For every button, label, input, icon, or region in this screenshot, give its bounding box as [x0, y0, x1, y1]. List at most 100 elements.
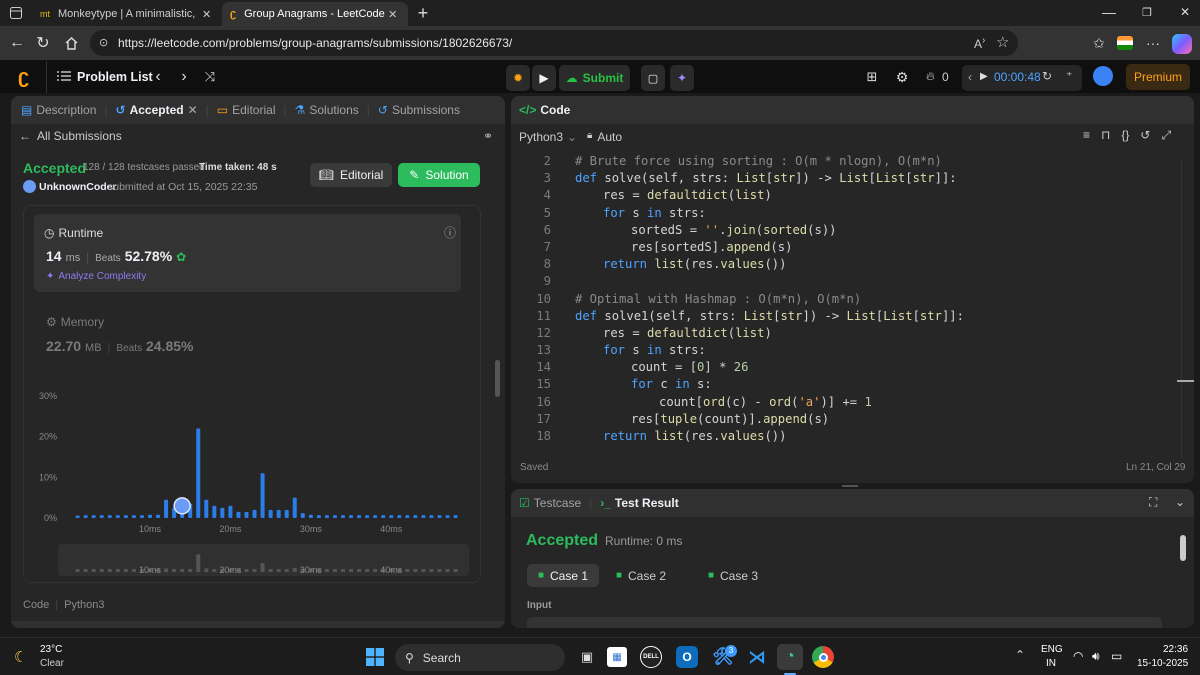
timer-play-icon[interactable]: ▶ — [980, 71, 988, 82]
edge-icon[interactable]: ◔ — [777, 644, 803, 670]
chrome-icon[interactable] — [812, 646, 834, 668]
code-line[interactable]: 10 # Optimal with Hashmap : O(m*n), O(m*n… — [511, 291, 1181, 308]
collapse-timer-icon[interactable]: ‹ — [968, 70, 972, 84]
tab-monkeytype[interactable]: mt Monkeytype | A minimalistic, cust ✕ — [32, 2, 220, 26]
site-info-icon[interactable]: ⊙ — [99, 36, 108, 49]
copilot-icon[interactable] — [1172, 34, 1192, 54]
layout-grid-icon[interactable]: ⊞ — [864, 68, 880, 86]
minimize-icon[interactable]: — — [1102, 4, 1116, 20]
chart-bar[interactable] — [340, 515, 346, 518]
clock-time[interactable]: 22:36 — [1163, 644, 1188, 655]
code-line[interactable]: 11 def solve1(self, strs: List[str]) -> L… — [511, 308, 1181, 325]
runtime-distribution-chart[interactable]: 30% 20% 10% 0% 10ms 20ms 30ms 40ms 10ms 20ms 30ms 4… — [24, 376, 480, 576]
chart-bar[interactable] — [413, 515, 418, 518]
taskbar-search[interactable]: ⚲ Search — [395, 644, 565, 671]
next-problem-icon[interactable]: › — [176, 68, 192, 86]
shuffle-icon[interactable]: ⤨ — [202, 68, 218, 86]
chart-bar[interactable] — [83, 515, 88, 518]
chart-bar[interactable] — [453, 515, 458, 518]
username[interactable]: UnknownCoder — [39, 181, 117, 193]
moon-weather-icon[interactable]: ☾ — [14, 648, 27, 666]
chart-bar[interactable] — [405, 515, 410, 518]
code-line[interactable]: 15 for c in s: — [511, 376, 1181, 393]
chart-bar[interactable] — [99, 515, 104, 518]
chart-bar[interactable] — [228, 505, 233, 518]
home-icon[interactable] — [62, 34, 80, 52]
chart-bar[interactable] — [196, 428, 201, 518]
collapse-icon[interactable]: ⌄ — [1175, 495, 1185, 509]
battery-icon[interactable]: ▭ — [1111, 649, 1122, 663]
tab-submissions[interactable]: ↺ Submissions — [372, 103, 466, 117]
code-line[interactable]: 16 count[ord(c) - ord('a')] += 1 — [511, 394, 1181, 411]
fullscreen-icon[interactable]: ⤢ — [1161, 128, 1171, 143]
case-1-tab[interactable]: ■ Case 1 — [527, 564, 599, 587]
code-line[interactable]: 9 — [511, 273, 1181, 290]
chart-bar[interactable] — [300, 513, 305, 518]
bookmark-icon[interactable]: ⊓ — [1101, 128, 1110, 143]
chart-bar[interactable] — [276, 509, 281, 518]
extension-flag-icon[interactable] — [1117, 36, 1133, 50]
chart-bar[interactable] — [131, 515, 136, 518]
code-line[interactable]: 8 return list(res.values()) — [511, 256, 1181, 273]
temperature[interactable]: 23°C — [40, 644, 62, 655]
chart-bar[interactable] — [260, 473, 265, 518]
chart-bar[interactable] — [381, 515, 386, 518]
code-line[interactable]: 14 count = [0] * 26 — [511, 359, 1181, 376]
notes-button[interactable]: ▢ — [641, 65, 665, 91]
code-line[interactable]: 5 for s in strs: — [511, 205, 1181, 222]
premium-button[interactable]: Premium — [1126, 64, 1190, 90]
chart-bar[interactable] — [139, 515, 144, 518]
submit-button[interactable]: ☁ Submit — [559, 65, 630, 91]
input-language[interactable]: ENG — [1041, 644, 1063, 655]
url-bar[interactable]: ⊙ https://leetcode.com/problems/group-an… — [90, 30, 1018, 56]
more-menu-icon[interactable]: ··· — [1144, 34, 1162, 52]
case-2-tab[interactable]: ■ Case 2 — [611, 564, 671, 587]
code-tab[interactable]: </> Code — [511, 103, 576, 117]
problem-list-link[interactable]: Problem List — [77, 70, 153, 84]
tab-testcase[interactable]: ☑ Testcase — [511, 496, 587, 510]
language-select[interactable]: Python3 ⌄ — [519, 130, 577, 144]
chart-bar[interactable] — [123, 515, 128, 518]
close-icon[interactable]: ✕ — [388, 8, 397, 21]
prev-problem-icon[interactable]: ‹ — [150, 68, 166, 86]
close-icon[interactable]: ✕ — [202, 8, 211, 21]
close-icon[interactable]: ✕ — [188, 103, 198, 117]
outlook-icon[interactable]: O — [676, 646, 698, 668]
chart-bar[interactable] — [397, 515, 402, 518]
code-line[interactable]: 2 # Brute force using sorting : O(m * nlo… — [511, 153, 1181, 170]
chart-bar[interactable] — [373, 515, 378, 518]
chart-bar[interactable] — [421, 515, 426, 518]
chart-bar[interactable] — [147, 514, 153, 518]
close-window-icon[interactable]: ✕ — [1178, 5, 1192, 19]
tab-description[interactable]: ▤ Description — [11, 103, 102, 117]
chart-bar[interactable] — [365, 515, 370, 518]
chart-bar[interactable] — [212, 505, 217, 518]
user-avatar[interactable] — [23, 180, 36, 193]
chart-bar[interactable] — [324, 515, 329, 518]
dell-icon[interactable]: DELL — [640, 646, 662, 668]
refresh-icon[interactable]: ↻ — [34, 34, 52, 52]
ai-assist-button[interactable]: ✦ — [670, 65, 694, 91]
all-submissions-link[interactable]: ← All Submissions — [19, 129, 122, 143]
run-button[interactable]: ▶ — [532, 65, 556, 91]
chart-bar[interactable] — [308, 514, 313, 518]
tab-accepted[interactable]: ↺ Accepted ✕ — [110, 103, 204, 117]
chart-bar[interactable] — [75, 515, 80, 518]
tab-test-result[interactable]: ›_ Test Result — [594, 496, 684, 510]
editorial-button[interactable]: 📖︎ Editorial — [310, 163, 392, 187]
tab-editorial[interactable]: ▭ Editorial — [211, 103, 282, 117]
link-icon[interactable]: ⚭ — [483, 129, 493, 143]
chart-bar[interactable] — [244, 511, 249, 518]
chart-bar[interactable] — [437, 515, 442, 518]
code-line[interactable]: 6 sortedS = ''.join(sorted(s)) — [511, 222, 1181, 239]
settings-gear-icon[interactable]: ⚙ — [894, 68, 910, 86]
left-scrollbar[interactable] — [495, 360, 500, 397]
tab-actions-icon[interactable] — [8, 5, 24, 21]
analyze-complexity-link[interactable]: ✦ Analyze Complexity — [46, 271, 146, 282]
tab-solutions[interactable]: ⚗ Solutions — [289, 103, 365, 117]
chart-bar[interactable] — [236, 511, 241, 518]
vscode-icon[interactable]: ⋊ — [744, 644, 770, 670]
chart-bar[interactable] — [332, 515, 337, 518]
chevron-up-icon[interactable]: ⌃ — [1015, 648, 1025, 662]
chart-bar[interactable] — [429, 515, 434, 518]
